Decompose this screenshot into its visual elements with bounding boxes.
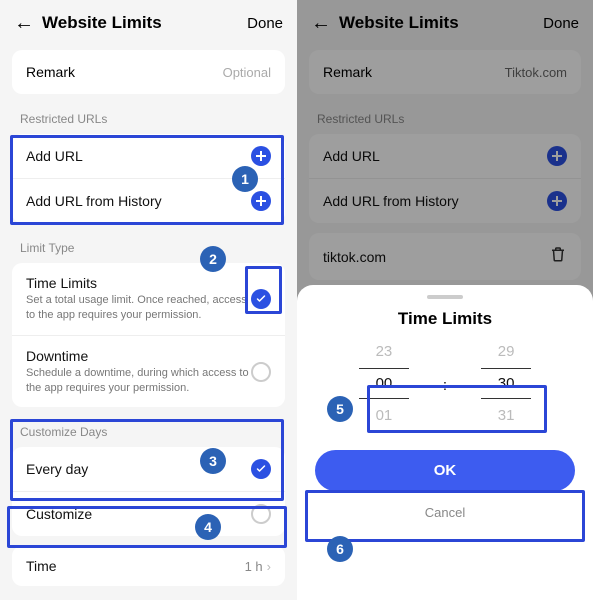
section-restricted: Restricted URLs	[0, 104, 297, 130]
right-pane: ← Website Limits Done Remark Tiktok.com …	[297, 0, 593, 600]
section-limit-type: Limit Type	[0, 233, 297, 259]
add-url-label: Add URL	[26, 148, 251, 164]
add-url-history-label: Add URL from History	[323, 193, 547, 209]
hours-prev: 23	[376, 343, 393, 360]
url-entry-row[interactable]: tiktok.com	[309, 233, 581, 280]
cancel-button[interactable]: Cancel	[297, 505, 593, 520]
header: ← Website Limits Done	[297, 0, 593, 46]
days-card: Every day Customize	[12, 447, 285, 536]
add-url-history-label: Add URL from History	[26, 193, 251, 209]
remark-label: Remark	[323, 64, 505, 80]
urls-card: Add URL Add URL from History	[309, 134, 581, 223]
check-icon[interactable]	[251, 289, 271, 309]
add-url-history-row[interactable]: Add URL from History	[12, 178, 285, 223]
chevron-right-icon: ›	[267, 559, 271, 574]
page-title: Website Limits	[42, 13, 247, 33]
time-value: 1 h	[245, 559, 263, 574]
time-limits-sub: Set a total usage limit. Once reached, a…	[26, 293, 251, 323]
back-arrow-icon[interactable]: ←	[311, 12, 331, 35]
radio-empty-icon[interactable]	[251, 362, 271, 382]
mins-next: 31	[498, 407, 515, 424]
picker-separator: :	[443, 373, 447, 394]
remark-value: Tiktok.com	[505, 65, 567, 80]
sheet-title: Time Limits	[297, 309, 593, 329]
downtime-row[interactable]: Downtime Schedule a downtime, during whi…	[12, 335, 285, 408]
limit-type-card: Time Limits Set a total usage limit. Onc…	[12, 263, 285, 407]
hours-next: 01	[376, 407, 393, 424]
hours-selected: 00	[359, 368, 409, 399]
time-limits-title: Time Limits	[26, 275, 251, 291]
time-label: Time	[26, 558, 245, 574]
hours-column[interactable]: 23 00 01	[361, 343, 407, 424]
sheet-handle-icon[interactable]	[427, 295, 463, 299]
everyday-row[interactable]: Every day	[12, 447, 285, 491]
add-url-label: Add URL	[323, 148, 547, 164]
add-url-history-row[interactable]: Add URL from History	[309, 178, 581, 223]
remark-card[interactable]: Remark Optional	[12, 50, 285, 94]
plus-icon[interactable]	[251, 191, 271, 211]
url-entry-card: tiktok.com	[309, 233, 581, 280]
mins-selected: 30	[481, 368, 531, 399]
add-url-row[interactable]: Add URL	[12, 134, 285, 178]
plus-icon[interactable]	[251, 146, 271, 166]
time-picker-sheet: Time Limits 23 00 01 : 29 30 31 OK Cance…	[297, 285, 593, 600]
downtime-title: Downtime	[26, 348, 251, 364]
done-button[interactable]: Done	[543, 15, 579, 32]
mins-prev: 29	[498, 343, 515, 360]
minutes-column[interactable]: 29 30 31	[483, 343, 529, 424]
trash-icon[interactable]	[549, 245, 567, 268]
plus-icon[interactable]	[547, 191, 567, 211]
header: ← Website Limits Done	[0, 0, 297, 46]
section-customize-days: Customize Days	[0, 417, 297, 443]
radio-empty-icon[interactable]	[251, 504, 271, 524]
add-url-row[interactable]: Add URL	[309, 134, 581, 178]
back-arrow-icon[interactable]: ←	[14, 12, 34, 35]
page-title: Website Limits	[339, 13, 543, 33]
section-restricted: Restricted URLs	[297, 104, 593, 130]
remark-placeholder: Optional	[223, 65, 271, 80]
time-limits-row[interactable]: Time Limits Set a total usage limit. Onc…	[12, 263, 285, 335]
everyday-label: Every day	[26, 461, 251, 477]
time-row[interactable]: Time 1 h ›	[12, 546, 285, 586]
check-icon[interactable]	[251, 459, 271, 479]
urls-card: Add URL Add URL from History	[12, 134, 285, 223]
customize-label: Customize	[26, 506, 251, 522]
ok-button[interactable]: OK	[315, 450, 575, 491]
customize-row[interactable]: Customize	[12, 491, 285, 536]
remark-label: Remark	[26, 64, 223, 80]
done-button[interactable]: Done	[247, 15, 283, 32]
url-entry-label: tiktok.com	[323, 249, 549, 265]
plus-icon[interactable]	[547, 146, 567, 166]
remark-card[interactable]: Remark Tiktok.com	[309, 50, 581, 94]
downtime-sub: Schedule a downtime, during which access…	[26, 366, 251, 396]
left-pane: ← Website Limits Done Remark Optional Re…	[0, 0, 297, 600]
time-picker[interactable]: 23 00 01 : 29 30 31	[297, 343, 593, 424]
time-card[interactable]: Time 1 h ›	[12, 546, 285, 586]
